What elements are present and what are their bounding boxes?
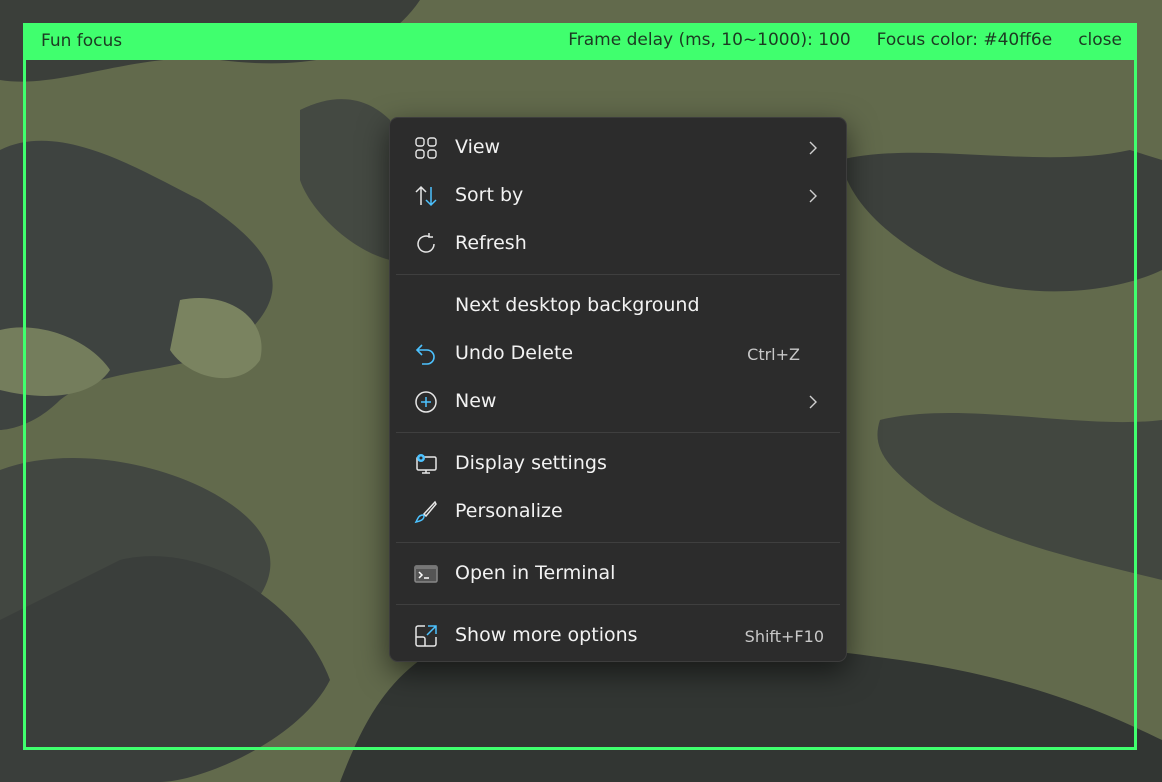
shortcut-hint: Ctrl+Z	[747, 345, 800, 364]
refresh-icon	[417, 233, 435, 253]
menu-separator	[396, 274, 840, 275]
menu-item-label: Open in Terminal	[455, 562, 616, 584]
menu-item-label: Next desktop background	[455, 294, 700, 316]
menu-item-open-terminal[interactable]: Open in Terminal	[396, 552, 840, 596]
menu-item-display-settings[interactable]: Display settings	[396, 442, 840, 486]
sort-arrows-icon	[415, 185, 437, 207]
menu-item-label: New	[455, 390, 497, 412]
menu-item-next-background[interactable]: Next desktop background	[396, 284, 840, 328]
close-button[interactable]: close	[1078, 30, 1122, 50]
menu-item-personalize[interactable]: Personalize	[396, 490, 840, 534]
focus-color-label: Focus color:	[876, 30, 978, 50]
terminal-icon	[414, 565, 438, 583]
chevron-right-icon	[809, 395, 817, 409]
display-settings-icon	[416, 454, 437, 474]
focus-color-input[interactable]: #40ff6e	[983, 30, 1052, 50]
focus-color-setting[interactable]: Focus color: #40ff6e	[877, 30, 1053, 50]
focus-title: Fun focus	[41, 31, 123, 51]
menu-item-label: Sort by	[455, 184, 524, 206]
frame-delay-setting[interactable]: Frame delay (ms, 10~1000): 100	[568, 30, 850, 50]
menu-item-sort-by[interactable]: Sort by	[396, 174, 840, 218]
menu-item-view[interactable]: View	[396, 126, 840, 170]
menu-item-label: Show more options	[455, 624, 638, 646]
menu-item-refresh[interactable]: Refresh	[396, 222, 840, 266]
menu-item-label: Refresh	[455, 232, 527, 254]
menu-separator	[396, 432, 840, 433]
menu-separator	[396, 604, 840, 605]
focus-toolbar: Fun focus Frame delay (ms, 10~1000): 100…	[23, 23, 1137, 60]
menu-item-label: View	[455, 136, 501, 158]
menu-item-undo-delete[interactable]: Undo Delete Ctrl+Z	[396, 332, 840, 376]
plus-circle-icon	[415, 391, 437, 413]
expand-icon	[415, 625, 437, 647]
undo-icon	[415, 344, 435, 365]
menu-separator	[396, 542, 840, 543]
brush-icon	[414, 500, 437, 524]
menu-item-new[interactable]: New	[396, 380, 840, 424]
menu-item-label: Undo Delete	[455, 342, 574, 364]
chevron-right-icon	[809, 189, 817, 203]
frame-delay-input[interactable]: 100	[818, 30, 850, 50]
grid-view-icon	[415, 137, 437, 159]
desktop-context-menu: View Sort by Refresh Next desktop backgr…	[389, 117, 847, 662]
menu-item-label: Personalize	[455, 500, 563, 522]
menu-item-show-more-options[interactable]: Show more options Shift+F10	[396, 614, 840, 658]
chevron-right-icon	[809, 141, 817, 155]
menu-item-label: Display settings	[455, 452, 607, 474]
shortcut-hint: Shift+F10	[744, 627, 824, 646]
frame-delay-label: Frame delay (ms, 10~1000):	[568, 30, 813, 50]
